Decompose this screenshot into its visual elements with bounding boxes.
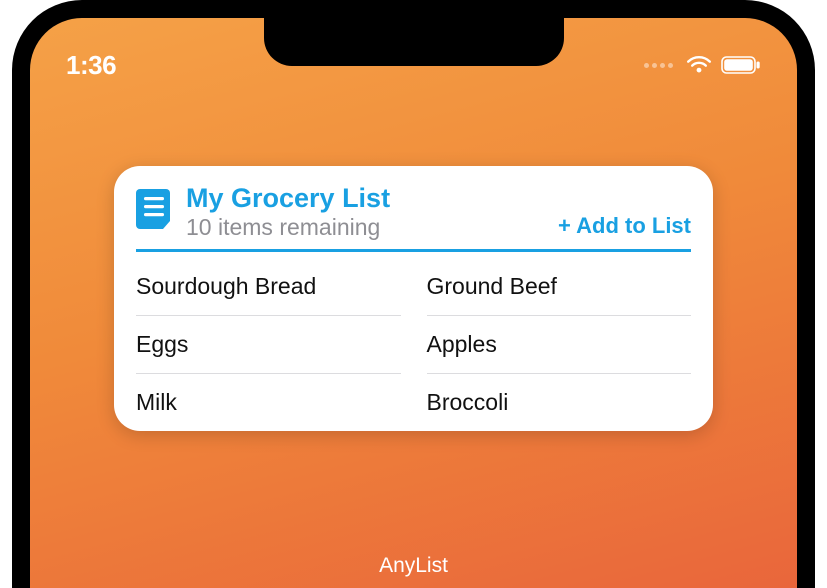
widget-title-wrap: My Grocery List 10 items remaining [186, 184, 546, 241]
widget-header: My Grocery List 10 items remaining + Add… [136, 184, 691, 252]
list-item[interactable]: Eggs [136, 316, 401, 374]
list-item[interactable]: Ground Beef [427, 258, 692, 316]
list-icon [136, 185, 174, 234]
list-item[interactable]: Broccoli [427, 374, 692, 431]
wifi-icon [686, 55, 712, 75]
widget-app-label: AnyList [30, 554, 797, 578]
widget-title: My Grocery List [186, 184, 546, 214]
list-item-label: Broccoli [427, 389, 509, 415]
list-item-label: Ground Beef [427, 273, 557, 299]
add-to-list-button[interactable]: + Add to List [558, 213, 691, 241]
status-time: 1:36 [66, 50, 116, 81]
battery-icon [721, 56, 761, 74]
widget-items: Sourdough Bread Ground Beef Eggs Apples … [136, 252, 691, 431]
list-item[interactable]: Apples [427, 316, 692, 374]
phone-notch [264, 18, 564, 66]
grocery-widget[interactable]: My Grocery List 10 items remaining + Add… [114, 166, 713, 431]
list-item-label: Milk [136, 389, 177, 415]
phone-screen: 1:36 [30, 18, 797, 588]
phone-frame: 1:36 [12, 0, 815, 588]
cell-dots-icon [644, 63, 673, 68]
list-item[interactable]: Sourdough Bread [136, 258, 401, 316]
list-item[interactable]: Milk [136, 374, 401, 431]
list-item-label: Apples [427, 331, 497, 357]
list-item-label: Eggs [136, 331, 188, 357]
widget-subtitle: 10 items remaining [186, 214, 546, 242]
list-item-label: Sourdough Bread [136, 273, 316, 299]
status-right [644, 55, 761, 75]
